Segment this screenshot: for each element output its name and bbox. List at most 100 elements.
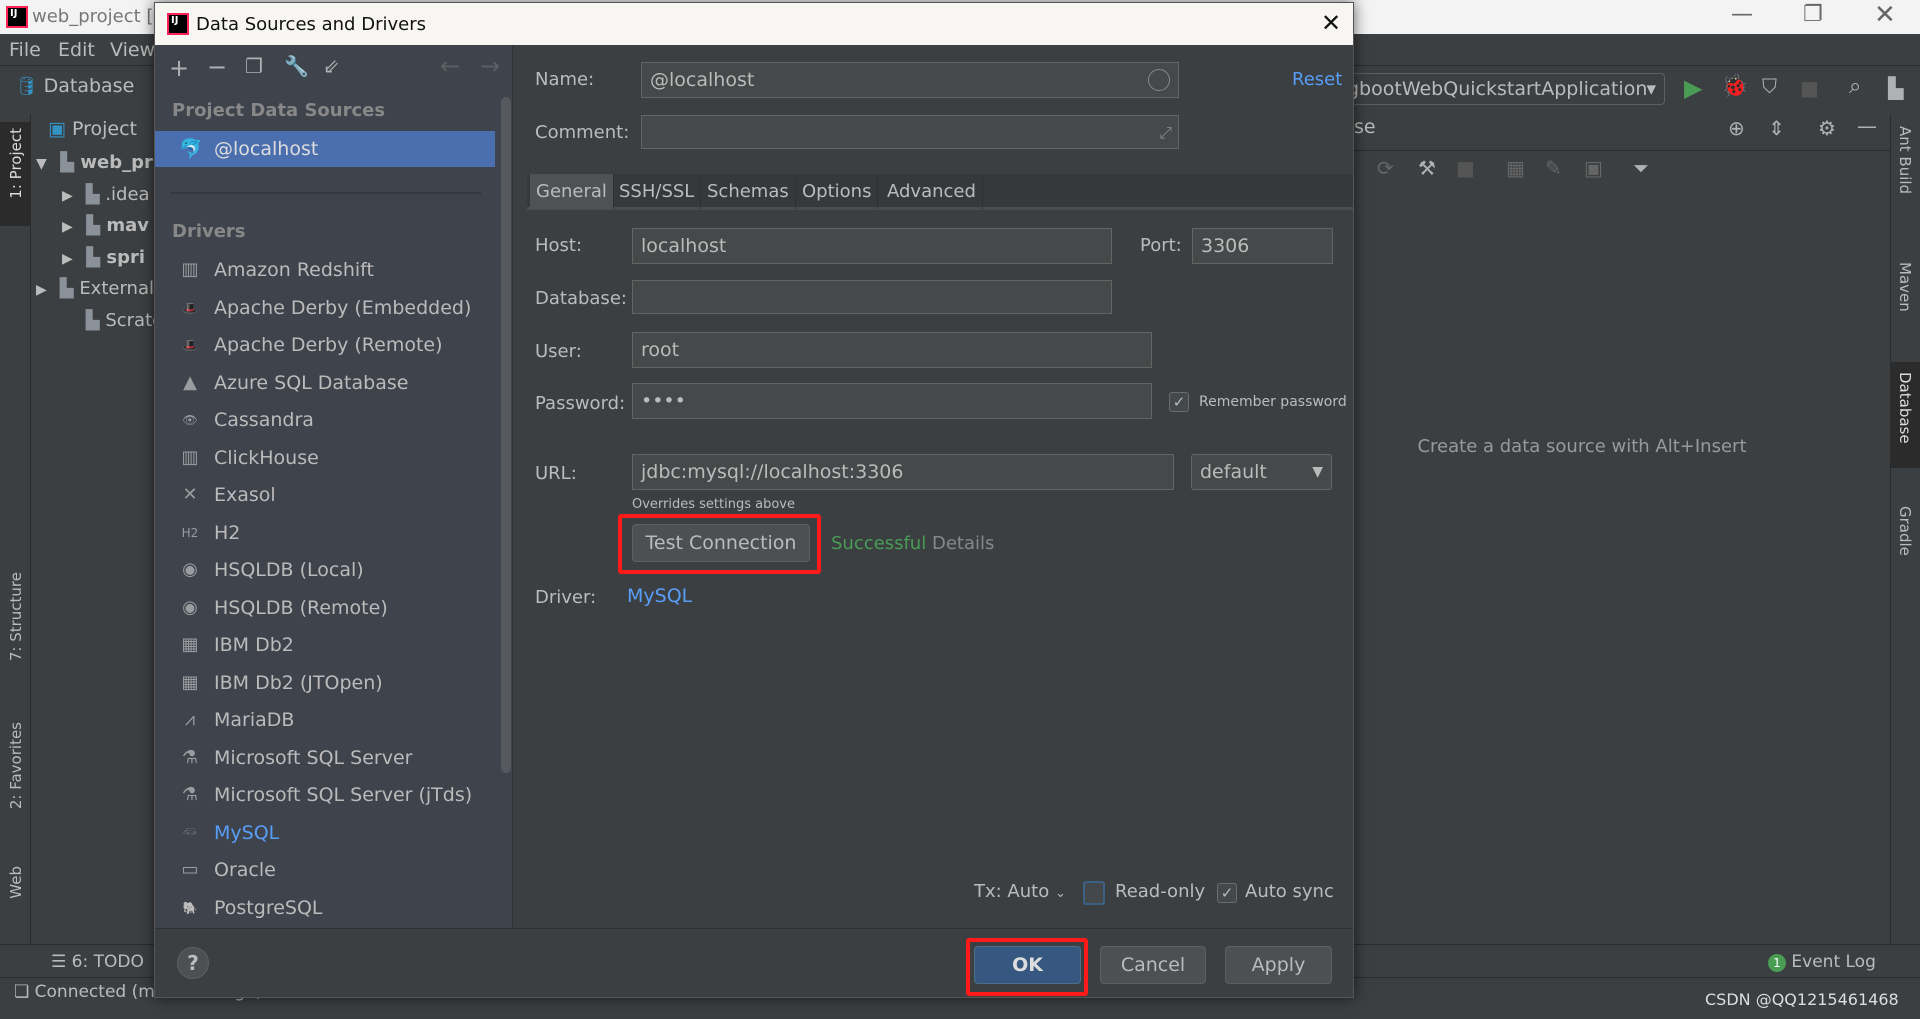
host-input[interactable]: localhost: [632, 228, 1112, 264]
locate-icon[interactable]: ⊕: [1728, 118, 1745, 138]
scrollbar[interactable]: [501, 97, 511, 773]
tab-options[interactable]: Options: [796, 174, 879, 209]
refresh-icon[interactable]: ⟳: [1377, 158, 1394, 178]
project-structure-icon[interactable]: ▙: [1888, 78, 1903, 98]
back-arrow-icon[interactable]: ←: [440, 54, 460, 78]
tree-item[interactable]: ▶ ▙ mav: [62, 215, 149, 236]
user-label: User:: [535, 341, 582, 362]
expand-arrow-icon[interactable]: ▶: [62, 251, 80, 267]
expand-icon[interactable]: ⤢: [1159, 116, 1172, 150]
cancel-button[interactable]: Cancel: [1100, 946, 1206, 984]
driver-item[interactable]: H2 H2: [155, 515, 495, 551]
add-icon[interactable]: +: [169, 56, 189, 80]
driver-item[interactable]: 👁 Cassandra: [155, 402, 495, 438]
console-icon[interactable]: ▣: [1584, 158, 1603, 178]
tab-general[interactable]: General: [530, 174, 614, 209]
restore-icon[interactable]: ❐: [1803, 2, 1823, 27]
tree-item[interactable]: ▶ ▙ spri: [62, 247, 145, 268]
read-only-checkbox[interactable]: [1083, 881, 1105, 905]
stop-icon[interactable]: ■: [1456, 158, 1475, 178]
driver-item[interactable]: 𓆛 MySQL: [155, 815, 495, 851]
user-input[interactable]: root: [632, 332, 1152, 368]
coverage-icon[interactable]: ⛉: [1762, 76, 1777, 96]
data-source-localhost[interactable]: 🐬 @localhost: [155, 131, 495, 167]
tab-schemas[interactable]: Schemas: [701, 174, 796, 209]
hide-icon[interactable]: —: [1857, 116, 1877, 136]
driver-item[interactable]: ◉ HSQLDB (Local): [155, 552, 495, 588]
tab-advanced[interactable]: Advanced: [881, 174, 983, 209]
stop-icon[interactable]: ■: [1800, 78, 1819, 98]
tool-gradle[interactable]: Gradle: [1896, 506, 1914, 556]
database-input[interactable]: [632, 280, 1112, 314]
tab-ssh-ssl[interactable]: SSH/SSL: [613, 174, 702, 209]
forward-arrow-icon[interactable]: →: [480, 54, 500, 78]
tool-favorites[interactable]: 2: Favorites: [7, 722, 25, 809]
edit-icon[interactable]: ✎: [1545, 158, 1562, 178]
db-properties-icon[interactable]: ⚒: [1418, 158, 1436, 178]
tool-web[interactable]: Web: [7, 866, 25, 899]
driver-item[interactable]: ⚗ Microsoft SQL Server: [155, 740, 495, 776]
remove-icon[interactable]: −: [207, 55, 227, 79]
tool-database[interactable]: Database: [1896, 372, 1914, 444]
comment-input[interactable]: ⤢: [641, 115, 1179, 149]
expand-arrow-icon[interactable]: ▼: [36, 156, 54, 172]
gear-icon[interactable]: ⚙: [1818, 118, 1836, 138]
tree-label: External: [79, 278, 154, 299]
driver-item[interactable]: 🐘 PostgreSQL: [155, 890, 495, 926]
wrench-icon[interactable]: 🔧: [284, 56, 309, 76]
tree-item[interactable]: ▶ ▙ .idea: [62, 184, 150, 205]
driver-item[interactable]: ▥ ClickHouse: [155, 440, 495, 476]
driver-item[interactable]: 🎩 Apache Derby (Remote): [155, 327, 495, 363]
tool-structure[interactable]: 7: Structure: [7, 572, 25, 661]
tree-item[interactable]: ▙ Scratch: [62, 310, 154, 331]
password-input[interactable]: ••••: [632, 383, 1152, 419]
tree-item[interactable]: ▶ ▙ External: [36, 278, 154, 299]
search-icon[interactable]: ⌕: [1849, 76, 1861, 98]
driver-item[interactable]: ▦ IBM Db2 (JTOpen): [155, 665, 495, 701]
collapse-icon[interactable]: ⇕: [1768, 118, 1785, 138]
filter-icon[interactable]: ⏷: [1633, 158, 1649, 178]
driver-item[interactable]: ▦ IBM Db2: [155, 627, 495, 663]
driver-link[interactable]: MySQL: [627, 585, 692, 607]
expand-arrow-icon[interactable]: ▶: [36, 282, 54, 298]
test-connection-button[interactable]: Test Connection: [632, 524, 810, 562]
driver-item[interactable]: ◉ HSQLDB (Remote): [155, 590, 495, 626]
expand-arrow-icon[interactable]: ▶: [62, 219, 80, 235]
help-button[interactable]: ?: [177, 947, 209, 979]
driver-item[interactable]: ⚗ Microsoft SQL Server (jTds): [155, 777, 495, 813]
auto-sync-checkbox[interactable]: ✓: [1217, 883, 1237, 903]
driver-item[interactable]: 🎩 Apache Derby (Embedded): [155, 290, 495, 326]
table-icon[interactable]: ▦: [1506, 158, 1525, 178]
debug-icon[interactable]: 🐞: [1721, 76, 1748, 98]
duplicate-icon[interactable]: ❐: [245, 56, 263, 76]
details-link[interactable]: Details: [932, 533, 994, 554]
url-input[interactable]: jdbc:mysql://localhost:3306: [632, 454, 1174, 490]
run-icon[interactable]: ▶: [1684, 76, 1702, 100]
reset-link[interactable]: Reset: [1292, 69, 1342, 90]
tx-mode-dropdown[interactable]: Tx: Auto ⌄: [974, 881, 1066, 902]
run-config-dropdown[interactable]: gbootWebQuickstartApplication ▾: [1340, 73, 1665, 105]
remember-password-checkbox[interactable]: ✓: [1169, 392, 1189, 412]
color-circle-icon[interactable]: [1148, 69, 1170, 91]
expand-arrow-icon[interactable]: ▶: [62, 188, 80, 204]
dialog-title: Data Sources and Drivers: [196, 14, 426, 35]
todo-tool[interactable]: ☰ 6: TODO: [51, 952, 144, 972]
port-input[interactable]: 3306: [1192, 228, 1333, 264]
url-mode-dropdown[interactable]: default ▼: [1191, 454, 1332, 490]
tree-item[interactable]: ▼ ▙ web_pr: [36, 152, 153, 173]
name-input[interactable]: @localhost: [641, 62, 1179, 98]
minimize-icon[interactable]: —: [1731, 2, 1753, 27]
tool-maven[interactable]: Maven: [1896, 262, 1914, 312]
ok-button[interactable]: OK: [974, 946, 1081, 984]
driver-item[interactable]: ▭ Oracle: [155, 852, 495, 888]
driver-item[interactable]: ✕ Exasol: [155, 477, 495, 513]
driver-item[interactable]: ▥ Amazon Redshift: [155, 252, 495, 288]
window-close-icon[interactable]: ✕: [1874, 0, 1896, 30]
import-icon[interactable]: ⇙: [323, 56, 340, 76]
apply-button[interactable]: Apply: [1225, 946, 1332, 984]
driver-item[interactable]: ⩘ MariaDB: [155, 702, 495, 738]
driver-item[interactable]: ▲ Azure SQL Database: [155, 365, 495, 401]
tool-ant-build[interactable]: Ant Build: [1896, 126, 1914, 194]
close-icon[interactable]: ✕: [1321, 9, 1341, 37]
event-log-tool[interactable]: 1 Event Log: [1768, 952, 1876, 972]
